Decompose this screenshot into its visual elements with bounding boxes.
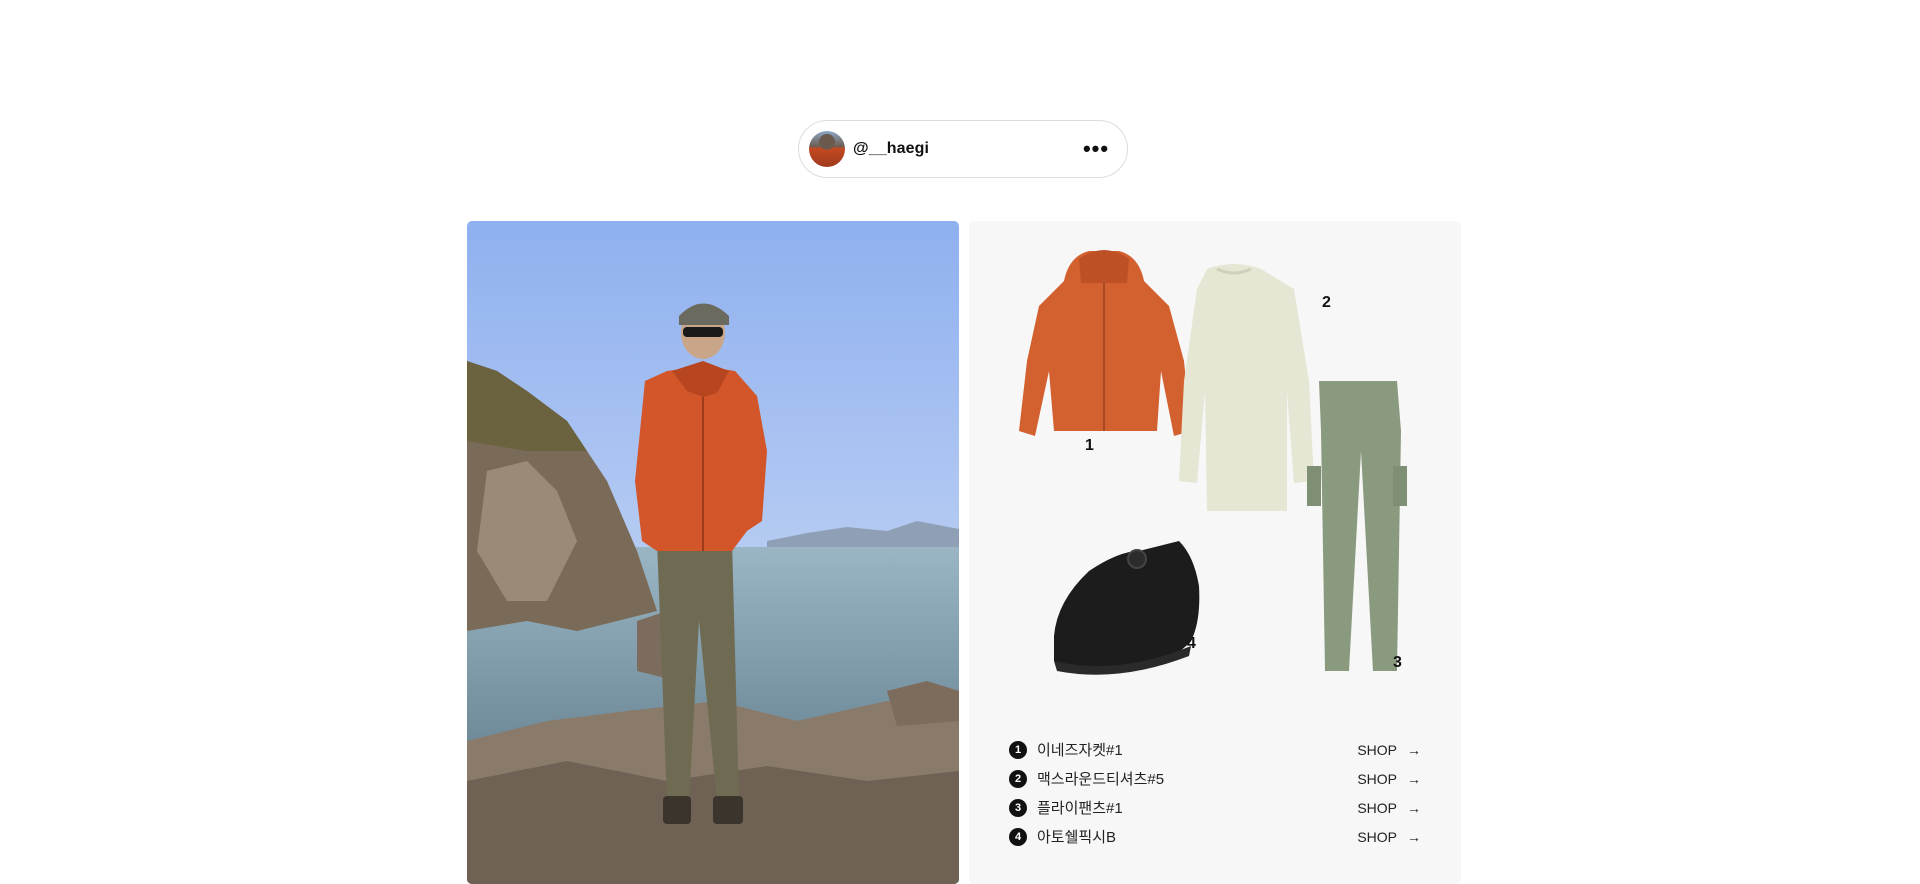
jacket-product-image[interactable] bbox=[1019, 250, 1191, 436]
username[interactable]: @__haegi bbox=[853, 140, 1081, 158]
product-row-2: 2 맥스라운드티셔츠#5 SHOP → bbox=[1009, 764, 1421, 793]
shop-link[interactable]: SHOP → bbox=[1357, 771, 1421, 787]
product-collage bbox=[1019, 250, 1407, 675]
shop-label: SHOP bbox=[1357, 741, 1397, 758]
product-row-3: 3 플라이팬츠#1 SHOP → bbox=[1009, 793, 1421, 822]
main-outfit-photo[interactable] bbox=[467, 221, 959, 884]
sweatshirt-product-image[interactable] bbox=[1179, 264, 1314, 511]
pants-product-image[interactable] bbox=[1307, 381, 1407, 671]
outfit-photo-illustration bbox=[467, 221, 959, 884]
shop-label: SHOP bbox=[1357, 828, 1397, 845]
arrow-right-icon: → bbox=[1407, 799, 1421, 816]
shop-label: SHOP bbox=[1357, 770, 1397, 787]
product-list: 1 이네즈자켓#1 SHOP → 2 맥스라운드티셔츠#5 SHOP → 3 플… bbox=[1009, 735, 1421, 851]
number-badge: 2 bbox=[1009, 769, 1027, 788]
avatar[interactable] bbox=[809, 131, 845, 167]
product-label-1: 1 bbox=[1085, 437, 1094, 454]
product-row-4: 4 아토쉘픽시B SHOP → bbox=[1009, 822, 1421, 851]
product-name[interactable]: 플라이팬츠#1 bbox=[1037, 797, 1357, 818]
number-badge: 4 bbox=[1009, 827, 1027, 846]
product-row-1: 1 이네즈자켓#1 SHOP → bbox=[1009, 735, 1421, 764]
number-badge: 3 bbox=[1009, 798, 1027, 817]
arrow-right-icon: → bbox=[1407, 770, 1421, 787]
shop-link[interactable]: SHOP → bbox=[1357, 829, 1421, 845]
profile-header: @__haegi ••• bbox=[798, 120, 1128, 178]
number-badge: 1 bbox=[1009, 740, 1027, 759]
product-panel: 1 2 3 4 1 이네즈자켓#1 SHOP → 2 맥스라운드티셔츠#5 SH… bbox=[969, 221, 1461, 884]
product-name[interactable]: 아토쉘픽시B bbox=[1037, 826, 1357, 847]
shop-link[interactable]: SHOP → bbox=[1357, 742, 1421, 758]
shoe-product-image[interactable] bbox=[1054, 541, 1200, 675]
shop-link[interactable]: SHOP → bbox=[1357, 800, 1421, 816]
shop-label: SHOP bbox=[1357, 799, 1397, 816]
arrow-right-icon: → bbox=[1407, 741, 1421, 758]
arrow-right-icon: → bbox=[1407, 828, 1421, 845]
product-label-3: 3 bbox=[1393, 654, 1402, 671]
product-label-4: 4 bbox=[1187, 635, 1196, 652]
product-name[interactable]: 맥스라운드티셔츠#5 bbox=[1037, 768, 1357, 789]
product-name[interactable]: 이네즈자켓#1 bbox=[1037, 739, 1357, 760]
product-label-2: 2 bbox=[1322, 294, 1331, 311]
more-options-icon[interactable]: ••• bbox=[1081, 134, 1111, 164]
